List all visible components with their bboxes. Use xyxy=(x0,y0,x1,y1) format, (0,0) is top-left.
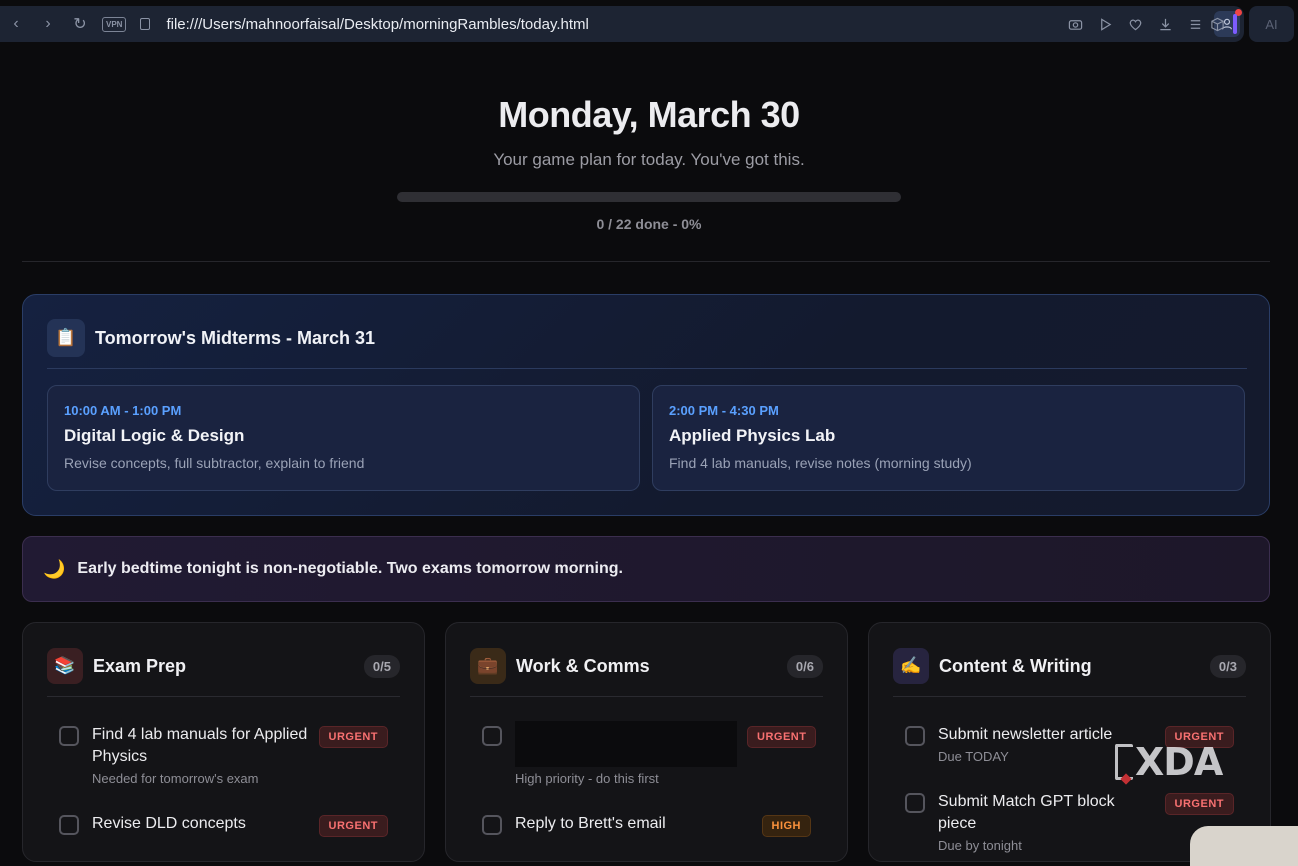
ai-label: AI xyxy=(1265,16,1278,32)
url-field[interactable]: file:///Users/mahnoorfaisal/Desktop/morn… xyxy=(166,16,1060,33)
task-item: High priority - do this first URGENT xyxy=(482,721,817,786)
column-work-comms: 💼 Work & Comms 0/6 High priority - do th… xyxy=(445,622,848,862)
task-body: Find 4 lab manuals for Applied Physics N… xyxy=(92,724,309,786)
task-subtitle: Due by tonight xyxy=(938,838,1022,853)
progress-bar xyxy=(397,192,901,202)
ai-button[interactable]: AI xyxy=(1249,6,1294,42)
writing-hand-icon: ✍️ xyxy=(893,648,929,684)
clipboard-icon: 📋 xyxy=(47,319,85,357)
task-checkbox[interactable] xyxy=(482,726,502,746)
task-checkbox[interactable] xyxy=(482,815,502,835)
column-header: 💼 Work & Comms 0/6 xyxy=(470,647,823,685)
browser-chrome: ‹ › ↻ VPN file:///Users/mahnoorfaisal/De… xyxy=(0,0,1298,48)
column-title: Content & Writing xyxy=(939,655,1092,676)
extensions-area xyxy=(1202,6,1244,42)
briefcase-icon: 💼 xyxy=(470,648,506,684)
back-arrow-icon[interactable]: ‹ xyxy=(0,8,32,40)
priority-badge: URGENT xyxy=(318,726,388,748)
task-checkbox[interactable] xyxy=(59,815,79,835)
priority-badge: URGENT xyxy=(747,726,817,748)
sidebar-indicator[interactable] xyxy=(1232,14,1237,34)
page-header: Monday, March 30 Your game plan for toda… xyxy=(0,48,1298,232)
xda-bracket-icon xyxy=(1115,744,1133,780)
divider xyxy=(470,696,823,697)
column-count: 0/6 xyxy=(786,654,823,678)
download-icon[interactable] xyxy=(1150,9,1180,39)
heart-icon[interactable] xyxy=(1120,9,1150,39)
watermark-text: XDA xyxy=(1135,740,1223,784)
task-item: Revise DLD concepts URGENT xyxy=(59,813,388,837)
overlay-corner xyxy=(1190,826,1298,866)
task-title: Reply to Brett's email xyxy=(515,815,666,832)
forward-arrow-icon[interactable]: › xyxy=(32,8,64,40)
exam-description: Find 4 lab manuals, revise notes (mornin… xyxy=(669,455,972,471)
file-icon xyxy=(140,18,151,30)
divider xyxy=(47,368,1247,369)
vpn-badge[interactable]: VPN xyxy=(102,16,127,32)
task-item: Find 4 lab manuals for Applied Physics N… xyxy=(59,724,388,786)
exam-time: 10:00 AM - 1:00 PM xyxy=(64,403,182,418)
task-body: Reply to Brett's email xyxy=(515,813,752,837)
column-exam-prep: 📚 Exam Prep 0/5 Find 4 lab manuals for A… xyxy=(22,622,425,862)
divider xyxy=(893,696,1246,697)
bedtime-banner: 🌙 Early bedtime tonight is non-negotiabl… xyxy=(22,536,1270,602)
page-title: Monday, March 30 xyxy=(498,94,800,135)
page-subtitle: Your game plan for today. You've got thi… xyxy=(493,150,805,169)
redacted-block xyxy=(515,721,737,767)
exam-card: 2:00 PM - 4:30 PM Applied Physics Lab Fi… xyxy=(652,385,1245,491)
priority-badge: URGENT xyxy=(1164,793,1234,815)
task-checkbox[interactable] xyxy=(905,726,925,746)
exam-time: 2:00 PM - 4:30 PM xyxy=(669,403,779,418)
task-subtitle: High priority - do this first xyxy=(515,771,659,786)
exam-description: Revise concepts, full subtractor, explai… xyxy=(64,455,365,471)
exam-name: Digital Logic & Design xyxy=(64,426,245,445)
bedtime-message: Early bedtime tonight is non-negotiable.… xyxy=(77,560,623,577)
column-title: Work & Comms xyxy=(516,655,650,676)
task-title: Revise DLD concepts xyxy=(92,815,246,832)
task-checkbox[interactable] xyxy=(905,793,925,813)
column-count: 0/5 xyxy=(363,654,400,678)
task-subtitle: Needed for tomorrow's exam xyxy=(92,771,259,786)
priority-badge: URGENT xyxy=(318,815,388,837)
books-icon: 📚 xyxy=(47,648,83,684)
exam-card: 10:00 AM - 1:00 PM Digital Logic & Desig… xyxy=(47,385,640,491)
moon-icon: 🌙 xyxy=(43,558,66,579)
midterms-title: Tomorrow's Midterms - March 31 xyxy=(95,327,376,348)
divider xyxy=(47,696,400,697)
column-header: ✍️ Content & Writing 0/3 xyxy=(893,647,1246,685)
xda-watermark-logo: XDA xyxy=(1115,740,1223,784)
task-body: Revise DLD concepts xyxy=(92,813,309,837)
play-icon[interactable] xyxy=(1090,9,1120,39)
midterms-header: 📋 Tomorrow's Midterms - March 31 xyxy=(47,319,375,357)
address-bar: ‹ › ↻ VPN file:///Users/mahnoorfaisal/De… xyxy=(0,6,1244,42)
divider xyxy=(22,261,1270,262)
column-title: Exam Prep xyxy=(93,655,187,676)
task-title: Submit Match GPT block piece xyxy=(938,793,1115,832)
exam-name: Applied Physics Lab xyxy=(669,426,836,445)
column-header: 📚 Exam Prep 0/5 xyxy=(47,647,400,685)
task-title: Find 4 lab manuals for Applied Physics xyxy=(92,726,308,765)
camera-icon[interactable] xyxy=(1060,9,1090,39)
task-item: Reply to Brett's email HIGH xyxy=(482,813,811,837)
task-body: High priority - do this first xyxy=(515,721,737,786)
column-count: 0/3 xyxy=(1209,654,1246,678)
cube-icon[interactable] xyxy=(1210,17,1225,32)
task-checkbox[interactable] xyxy=(59,726,79,746)
priority-badge: HIGH xyxy=(761,815,811,837)
progress-text: 0 / 22 done - 0% xyxy=(596,216,702,232)
midterms-card: 📋 Tomorrow's Midterms - March 31 10:00 A… xyxy=(22,294,1270,516)
reload-icon[interactable]: ↻ xyxy=(64,8,96,40)
